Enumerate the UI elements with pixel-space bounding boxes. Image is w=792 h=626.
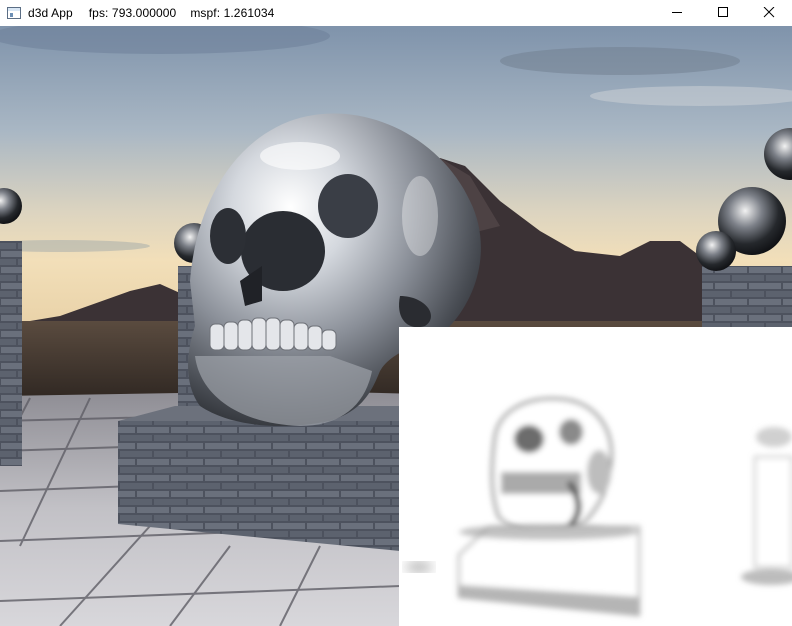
title-bar[interactable]: d3d App fps: 793.000000 mspf: 1.261034 [0, 0, 792, 26]
left-pillar [0, 241, 22, 466]
close-icon [763, 7, 775, 18]
d3d-app-window: d3d App fps: 793.000000 mspf: 1.261034 [0, 0, 792, 626]
maximize-button[interactable] [700, 0, 746, 26]
minimize-icon [672, 12, 682, 13]
debug-render [399, 327, 792, 626]
minimize-button[interactable] [654, 0, 700, 26]
debug-ambient-occlusion-view [399, 327, 792, 626]
render-viewport[interactable] [0, 26, 792, 626]
right-pillars [702, 266, 792, 328]
maximize-icon [718, 7, 728, 17]
window-controls [654, 0, 792, 26]
app-window-icon [7, 7, 21, 19]
mspf-readout: mspf: 1.261034 [190, 6, 275, 20]
window-title: d3d App [28, 6, 73, 20]
close-button[interactable] [746, 0, 792, 26]
fps-readout: fps: 793.000000 [88, 6, 177, 20]
